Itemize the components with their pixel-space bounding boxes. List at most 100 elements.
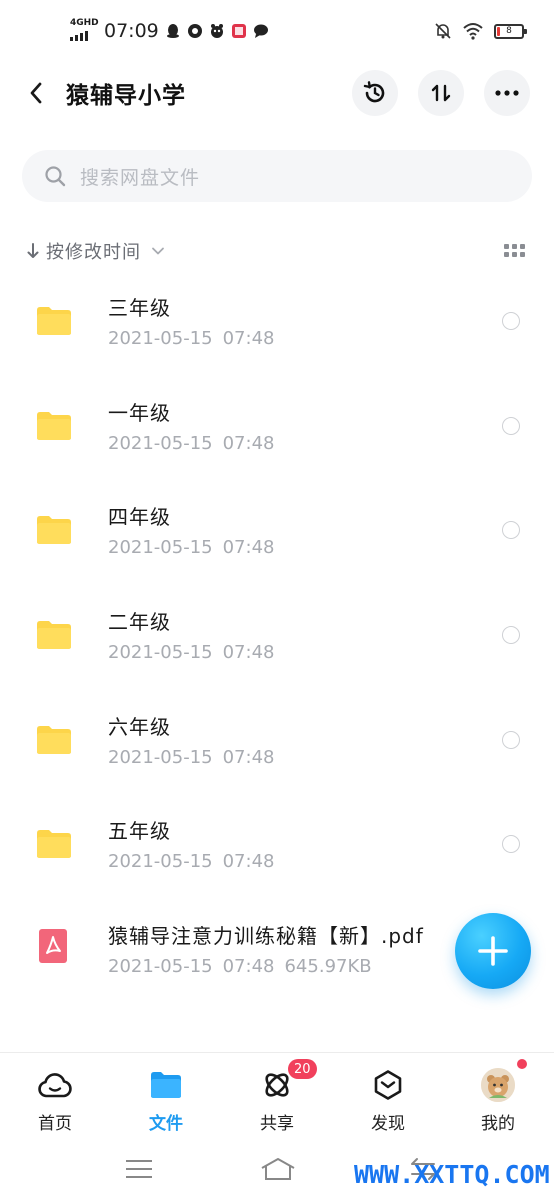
home-icon[interactable] [260, 1156, 296, 1182]
status-bar: 4GHD 07:09 8 [0, 0, 554, 60]
search-placeholder: 搜索网盘文件 [80, 166, 201, 189]
bottom-nav: 首页 文件 20 共享 发现 我的 [0, 1052, 554, 1142]
discover-box-icon [370, 1067, 406, 1103]
status-right: 8 [434, 20, 527, 42]
file-time: 07:48 [222, 328, 275, 349]
file-date: 2021-05-15 [108, 642, 213, 664]
tab-home-label: 首页 [38, 1114, 72, 1134]
tab-share-label: 共享 [260, 1114, 294, 1134]
file-list: 三年级 2021-05-15 07:48 一年级 2021-05-15 07:48 … [0, 268, 554, 1001]
folder-icon [148, 1067, 184, 1103]
file-time: 07:48 [222, 746, 275, 768]
tab-files[interactable]: 文件 [121, 1067, 211, 1137]
more-button[interactable] [484, 70, 530, 116]
arrow-down-icon [27, 243, 39, 258]
file-name: 五年级 [108, 819, 171, 844]
file-row[interactable]: 六年级 2021-05-15 07:48 [0, 687, 554, 792]
sort-arrows-icon [431, 84, 451, 102]
select-checkbox[interactable] [502, 730, 520, 749]
signal-indicator: 4GHD [70, 19, 99, 43]
file-time: 07:48 [222, 432, 275, 454]
mascot-app-icon [210, 24, 223, 38]
wifi-icon [463, 23, 483, 40]
file-row[interactable]: 四年级 2021-05-15 07:48 [0, 477, 554, 582]
file-size: 645.97KB [284, 956, 372, 978]
page-title: 猿辅导小学 [66, 83, 186, 109]
more-dots-icon [495, 90, 519, 96]
tab-mine[interactable]: 我的 [453, 1059, 543, 1137]
file-name: 三年级 [108, 296, 171, 320]
folder-icon [37, 411, 71, 440]
file-row[interactable]: 三年级 2021-05-15 07:48 [0, 268, 554, 373]
pdf-file-icon [39, 929, 67, 964]
tab-share[interactable]: 20 共享 [232, 1059, 322, 1137]
file-meta: 2021-05-15 07:48 [108, 433, 274, 454]
notification-dot [517, 1059, 527, 1069]
signal-bars-icon [70, 31, 88, 41]
add-file-button[interactable] [455, 913, 531, 989]
menu-icon[interactable] [124, 1156, 154, 1182]
watermark: WWW.XXTTQ.COM [354, 1160, 550, 1189]
status-left: 4GHD 07:09 [70, 18, 269, 44]
bear-avatar-icon [481, 1068, 515, 1102]
file-name: 四年级 [108, 505, 171, 530]
file-row[interactable]: 二年级 2021-05-15 07:48 [0, 582, 554, 687]
file-date: 2021-05-15 [108, 537, 213, 559]
tab-files-label: 文件 [149, 1114, 183, 1134]
file-name: 猿辅导注意力训练秘籍【新】.pdf [108, 924, 424, 949]
message-icon [253, 24, 268, 38]
tab-mine-label: 我的 [481, 1114, 515, 1134]
folder-icon [37, 307, 71, 335]
file-browser-screen: 4GHD 07:09 8 猿辅导小学 搜索网盘文件 按修改时间 三年级 2021… [0, 0, 554, 1200]
avatar [480, 1067, 516, 1103]
sort-selector[interactable]: 按修改时间 [26, 238, 165, 264]
back-button[interactable] [18, 75, 54, 111]
sort-label: 按修改时间 [46, 242, 141, 263]
search-input[interactable]: 搜索网盘文件 [22, 150, 532, 202]
select-checkbox[interactable] [502, 312, 520, 330]
select-checkbox[interactable] [502, 416, 520, 435]
file-date: 2021-05-15 [108, 432, 213, 454]
file-time: 07:48 [222, 642, 275, 664]
file-date: 2021-05-15 [108, 328, 213, 349]
folder-icon [37, 621, 71, 650]
select-checkbox[interactable] [502, 521, 520, 540]
folder-icon [37, 830, 71, 859]
file-meta: 2021-05-15 07:48 [108, 328, 274, 349]
file-meta: 2021-05-15 07:48 [108, 851, 274, 872]
file-time: 07:48 [222, 851, 275, 873]
select-checkbox[interactable] [502, 835, 520, 854]
chevron-down-icon [152, 247, 164, 255]
file-row[interactable]: 一年级 2021-05-15 07:48 [0, 373, 554, 478]
file-meta: 2021-05-15 07:48 645.97KB [108, 956, 372, 977]
folder-icon [37, 725, 71, 754]
file-row[interactable]: 五年级 2021-05-15 07:48 [0, 791, 554, 896]
file-time: 07:48 [222, 537, 275, 559]
tab-discover-label: 发现 [371, 1114, 405, 1134]
red-app-icon [231, 24, 246, 38]
file-name: 二年级 [108, 610, 171, 635]
tab-discover[interactable]: 发现 [343, 1067, 433, 1137]
file-meta: 2021-05-15 07:48 [108, 747, 274, 768]
sort-button[interactable] [418, 70, 464, 116]
select-checkbox[interactable] [502, 626, 520, 645]
battery-level: 8 [506, 26, 512, 36]
share-badge: 20 [288, 1059, 317, 1079]
header: 猿辅导小学 [0, 62, 554, 124]
file-meta: 2021-05-15 07:48 [108, 642, 274, 663]
file-time: 07:48 [222, 956, 275, 978]
file-date: 2021-05-15 [108, 746, 213, 768]
history-button[interactable] [352, 70, 398, 116]
mute-bell-icon [435, 23, 451, 39]
file-date: 2021-05-15 [108, 851, 213, 873]
history-icon [363, 81, 385, 103]
file-name: 一年级 [108, 400, 171, 425]
music-app-icon [187, 24, 202, 38]
cloud-icon [37, 1067, 73, 1103]
tab-home[interactable]: 首页 [10, 1067, 100, 1137]
file-meta: 2021-05-15 07:48 [108, 537, 274, 558]
search-icon [44, 165, 66, 187]
sort-bar: 按修改时间 [26, 238, 526, 266]
grid-view-icon[interactable] [504, 244, 526, 260]
qq-icon [166, 24, 179, 38]
